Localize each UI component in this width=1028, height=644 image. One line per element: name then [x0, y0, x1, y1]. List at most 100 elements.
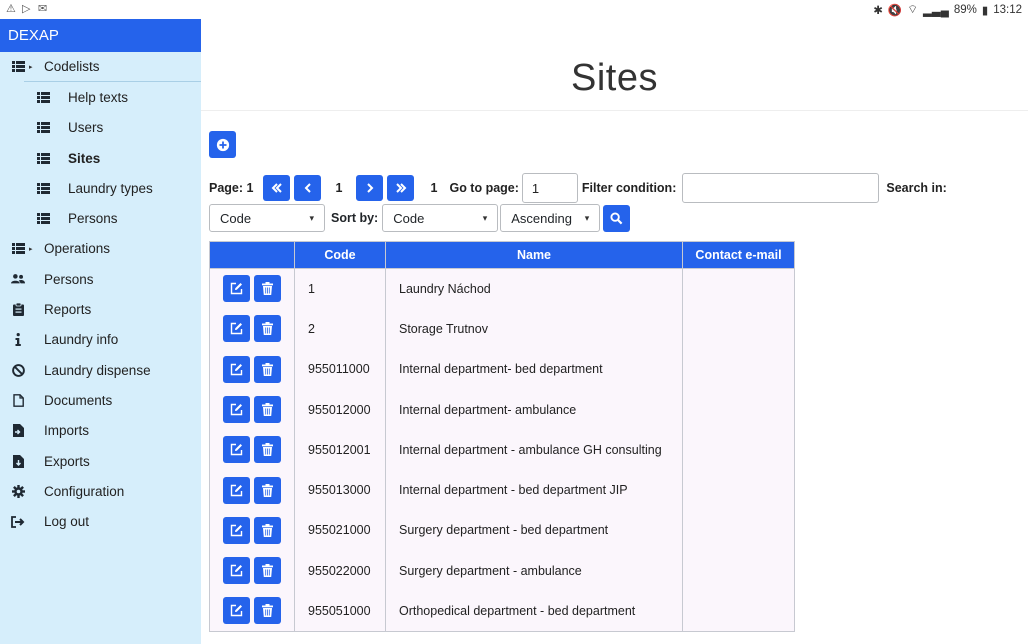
edit-button[interactable]: [223, 275, 250, 303]
edit-icon: [230, 484, 243, 496]
app-brand[interactable]: DEXAP: [0, 19, 201, 52]
list-icon: [36, 212, 50, 226]
name-column-header[interactable]: Name: [385, 241, 683, 269]
row-actions: [209, 308, 295, 350]
chevron-right-icon: [367, 183, 374, 193]
sign-out-icon: [11, 515, 25, 529]
delete-button[interactable]: [254, 516, 281, 544]
name-cell: Surgery department - bed department: [385, 510, 683, 551]
plus-circle-icon: [216, 138, 229, 151]
ban-icon: [11, 363, 25, 377]
sidebar-item-label: Operations: [44, 241, 111, 257]
name-cell: Laundry Náchod: [385, 268, 683, 309]
sidebar-item-label: Imports: [44, 423, 90, 439]
next-page-button[interactable]: [356, 175, 384, 201]
double-chevron-left-icon: [271, 183, 282, 193]
sidebar-item-exports[interactable]: Exports: [0, 446, 201, 476]
info-icon: [11, 333, 25, 347]
delete-button[interactable]: [254, 557, 281, 585]
list-icon: [11, 60, 25, 74]
file-export-icon: [11, 454, 25, 468]
code-column-header[interactable]: Code: [294, 241, 386, 269]
edit-button[interactable]: [223, 557, 250, 585]
filter-condition-input[interactable]: [682, 173, 880, 203]
edit-button[interactable]: [223, 597, 250, 625]
row-actions: [209, 590, 295, 632]
list-icon: [36, 151, 50, 165]
sidebar-item-laundry-dispense[interactable]: Laundry dispense: [0, 355, 201, 385]
row-actions: [209, 510, 295, 551]
trash-icon: [262, 282, 273, 296]
sidebar-item-laundry-types[interactable]: Laundry types: [0, 173, 201, 203]
row-actions: [209, 389, 295, 430]
row-actions: [209, 349, 295, 390]
total-pages: 1: [430, 181, 438, 195]
sidebar-item-label: Reports: [44, 302, 92, 318]
sort-by-select[interactable]: Code ▾: [382, 204, 499, 232]
delete-button[interactable]: [254, 436, 281, 464]
page-title: Sites: [571, 57, 658, 99]
email-cell: [682, 389, 795, 430]
sort-order-select[interactable]: Ascending ▾: [500, 204, 601, 232]
delete-button[interactable]: [254, 396, 281, 424]
delete-button[interactable]: [254, 275, 281, 303]
sidebar-item-codelists[interactable]: ▸ Codelists: [11, 52, 201, 83]
edit-icon: [230, 565, 243, 577]
sidebar-item-persons[interactable]: Persons: [0, 203, 201, 233]
file-icon: [11, 393, 25, 407]
main-content: Sites Page: 1 1 1 Go to page: 1 Filter c…: [201, 19, 1028, 644]
sidebar-item-imports[interactable]: Imports: [0, 416, 201, 446]
email-column-header[interactable]: Contact e-mail: [682, 241, 795, 269]
edit-button[interactable]: [223, 315, 250, 343]
code-cell: 955012001: [294, 429, 386, 470]
sidebar-item-persons[interactable]: Persons: [0, 264, 201, 294]
last-page-button[interactable]: [387, 175, 415, 201]
table-row: 955012000 Internal department- ambulance: [209, 389, 795, 430]
file-import-icon: [11, 424, 25, 438]
sidebar-item-log-out[interactable]: Log out: [0, 506, 201, 536]
email-cell: [682, 349, 795, 390]
search-in-select[interactable]: Code ▾: [209, 204, 325, 232]
sidebar-item-help-texts[interactable]: Help texts: [0, 82, 201, 112]
sidebar-item-label: Persons: [44, 271, 94, 287]
sort-controls: Code ▾ Sort by: Code ▾ Ascending ▾: [209, 203, 631, 233]
edit-button[interactable]: [223, 436, 250, 464]
sidebar-item-reports[interactable]: Reports: [0, 294, 201, 324]
search-button[interactable]: [603, 204, 631, 232]
edit-button[interactable]: [223, 355, 250, 383]
sidebar-item-sites[interactable]: Sites: [0, 143, 201, 173]
add-site-button[interactable]: [209, 131, 236, 158]
previous-page-button[interactable]: [294, 175, 322, 201]
name-cell: Internal department- bed department: [385, 349, 683, 390]
sites-table: Code Name Contact e-mail 1 Laundry Náchod…: [209, 241, 795, 632]
edit-icon: [230, 363, 243, 375]
signal-icon: ▂▃▄: [923, 4, 949, 17]
sidebar-item-laundry-info[interactable]: Laundry info: [0, 325, 201, 355]
delete-button[interactable]: [254, 315, 281, 343]
first-page-button[interactable]: [263, 175, 291, 201]
chevron-down-icon: ▾: [309, 212, 314, 223]
sidebar-item-label: Codelists: [44, 59, 100, 75]
delete-button[interactable]: [254, 476, 281, 504]
sidebar-item-configuration[interactable]: Configuration: [0, 476, 201, 506]
actions-column-header: [209, 241, 295, 269]
search-icon: [610, 211, 623, 224]
goto-page-input[interactable]: 1: [521, 173, 578, 203]
sidebar-item-documents[interactable]: Documents: [0, 385, 201, 415]
name-cell: Storage Trutnov: [385, 308, 683, 350]
delete-button[interactable]: [254, 597, 281, 625]
gmail-icon: ✉: [38, 3, 48, 15]
edit-button[interactable]: [223, 476, 250, 504]
double-chevron-right-icon: [396, 183, 407, 193]
trash-icon: [262, 604, 273, 618]
delete-button[interactable]: [254, 355, 281, 383]
trash-icon: [262, 443, 273, 457]
edit-button[interactable]: [223, 516, 250, 544]
table-row: 955011000 Internal department- bed depart…: [209, 349, 795, 390]
title-divider: [201, 110, 1028, 111]
edit-button[interactable]: [223, 396, 250, 424]
sidebar-item-users[interactable]: Users: [0, 113, 201, 143]
bluetooth-icon: ✱: [873, 4, 883, 17]
sidebar-item-operations[interactable]: ▸ Operations: [0, 234, 201, 264]
trash-icon: [262, 564, 273, 578]
